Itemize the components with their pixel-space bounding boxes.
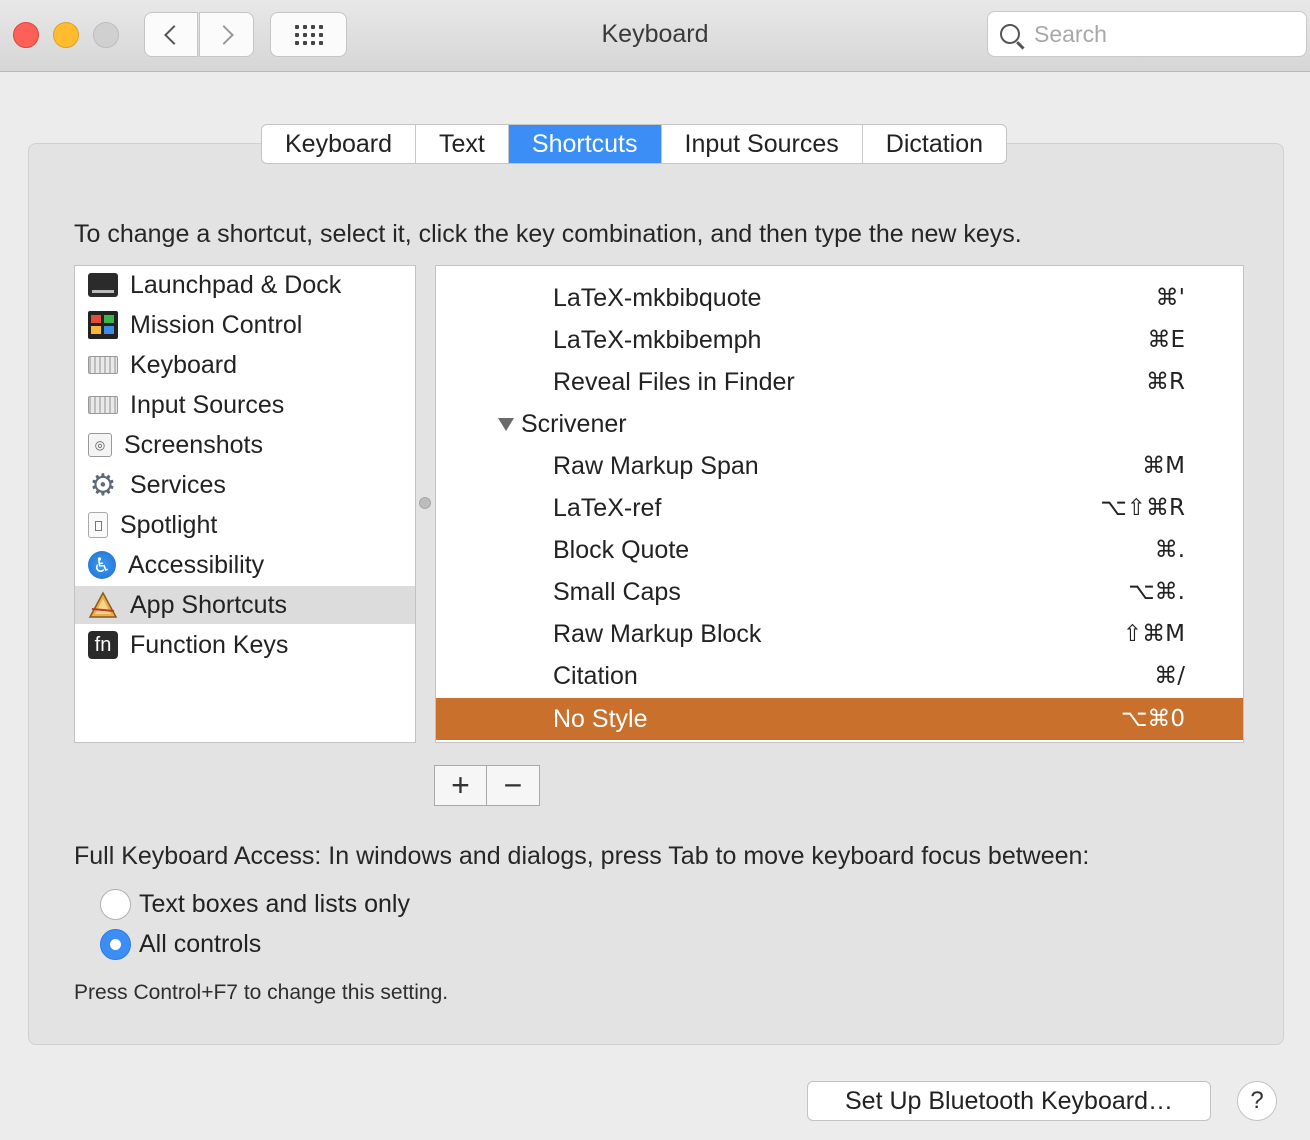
grid-icon [294,24,323,45]
category-label: Screenshots [124,430,263,459]
instructions-text: To change a shortcut, select it, click t… [74,220,1022,248]
tab-bar: Keyboard Text Shortcuts Input Sources Di… [261,124,1008,164]
shortcut-key[interactable]: ⌘E [1147,327,1185,353]
gear-icon: ⚙ [89,468,117,502]
shortcut-row[interactable]: LaTeX-mkbibemph ⌘E [436,319,1243,361]
spotlight-icon [88,512,108,538]
shortcut-row-selected[interactable]: No Style ⌥⌘0 [436,698,1243,740]
category-spotlight[interactable]: Spotlight [75,506,415,544]
shortcut-key[interactable]: ⌘/ [1154,663,1185,689]
close-window-button[interactable] [13,22,39,48]
category-keyboard[interactable]: Keyboard [75,346,415,384]
forward-button[interactable] [199,12,254,57]
disclosure-triangle-icon[interactable] [498,418,514,431]
back-button[interactable] [144,12,198,57]
radio-label: All controls [139,930,262,958]
shortcut-key[interactable]: ⌥⌘0 [1121,706,1185,732]
category-accessibility[interactable]: ♿ Accessibility [75,546,415,584]
launchpad-icon [88,273,118,297]
shortcut-key[interactable]: ⌘M [1142,453,1185,479]
chevron-right-icon [213,24,234,45]
category-label: Launchpad & Dock [130,270,342,299]
list-edit-buttons: + − [434,765,540,806]
category-input-sources[interactable]: Input Sources [75,386,415,424]
category-label: App Shortcuts [130,590,288,619]
shortcut-key[interactable]: ⌥⇧⌘R [1100,495,1185,521]
radio-text-boxes-only[interactable]: Text boxes and lists only [100,889,410,920]
tab-dictation[interactable]: Dictation [863,125,1006,163]
shortcut-row[interactable]: Raw Markup Span ⌘M [436,445,1243,487]
category-app-shortcuts[interactable]: App Shortcuts [75,586,415,624]
show-all-button[interactable] [270,12,347,57]
shortcut-row[interactable]: Small Caps ⌥⌘. [436,571,1243,613]
chevron-left-icon [164,24,184,45]
shortcut-key[interactable]: ⇧⌘M [1123,621,1185,647]
category-screenshots[interactable]: ◎ Screenshots [75,426,415,464]
keyboard-access-hint: Press Control+F7 to change this setting. [74,981,449,1004]
shortcut-list[interactable]: LaTeX-mkbibquote ⌘' LaTeX-mkbibemph ⌘E R… [435,265,1244,743]
shortcut-row[interactable]: LaTeX-mkbibquote ⌘' [436,277,1243,319]
shortcut-key[interactable]: ⌘. [1155,537,1185,563]
shortcut-key[interactable]: ⌘R [1146,369,1185,395]
set-up-bluetooth-keyboard-button[interactable]: Set Up Bluetooth Keyboard… [807,1081,1211,1121]
mission-control-icon [88,311,118,339]
category-list[interactable]: Launchpad & Dock Mission Control Keyboar… [74,265,416,743]
input-sources-icon [88,396,118,414]
category-label: Accessibility [128,550,265,579]
radio-label: Text boxes and lists only [139,890,410,918]
add-shortcut-button[interactable]: + [435,766,487,805]
remove-shortcut-button[interactable]: − [487,766,539,805]
keyboard-icon [88,356,118,374]
radio-button-checked[interactable] [100,929,131,960]
shortcut-row[interactable]: Block Quote ⌘. [436,529,1243,571]
split-view-handle[interactable] [419,497,431,509]
radio-all-controls[interactable]: All controls [100,929,261,960]
search-field[interactable] [987,11,1307,57]
shortcut-row[interactable]: LaTeX-ref ⌥⇧⌘R [436,487,1243,529]
tab-input-sources[interactable]: Input Sources [662,125,863,163]
search-input[interactable] [1034,20,1284,48]
shortcut-key[interactable]: ⌥⌘. [1128,579,1185,605]
screenshot-icon: ◎ [88,433,112,457]
tab-shortcuts[interactable]: Shortcuts [508,125,662,163]
full-keyboard-access-label: Full Keyboard Access: In windows and dia… [74,842,1090,870]
title-bar: Keyboard [0,0,1310,72]
tab-text[interactable]: Text [416,125,509,163]
category-services[interactable]: ⚙ Services [75,466,415,504]
shortcut-row[interactable]: Citation ⌘/ [436,655,1243,697]
zoom-window-button[interactable] [93,22,119,48]
app-shortcuts-icon [88,591,118,619]
category-mission-control[interactable]: Mission Control [75,306,415,344]
minimize-window-button[interactable] [53,22,79,48]
category-label: Keyboard [130,350,238,379]
fn-key-icon: fn [88,631,118,659]
shortcut-key[interactable]: ⌘' [1156,285,1185,311]
category-launchpad-dock[interactable]: Launchpad & Dock [75,266,415,304]
search-icon [1000,24,1020,44]
shortcut-row[interactable]: Raw Markup Block ⇧⌘M [436,613,1243,655]
category-label: Mission Control [130,310,303,339]
category-label: Spotlight [120,510,218,539]
category-label: Services [130,470,226,499]
radio-button[interactable] [100,889,131,920]
tab-keyboard[interactable]: Keyboard [262,125,417,163]
category-label: Input Sources [130,390,285,419]
shortcut-row[interactable]: Reveal Files in Finder ⌘R [436,361,1243,403]
accessibility-icon: ♿ [88,551,116,579]
shortcut-group-row[interactable]: Scrivener [436,403,1243,445]
category-function-keys[interactable]: fn Function Keys [75,626,415,664]
help-button[interactable]: ? [1237,1081,1277,1121]
category-label: Function Keys [130,630,289,659]
window-title: Keyboard [601,20,709,48]
